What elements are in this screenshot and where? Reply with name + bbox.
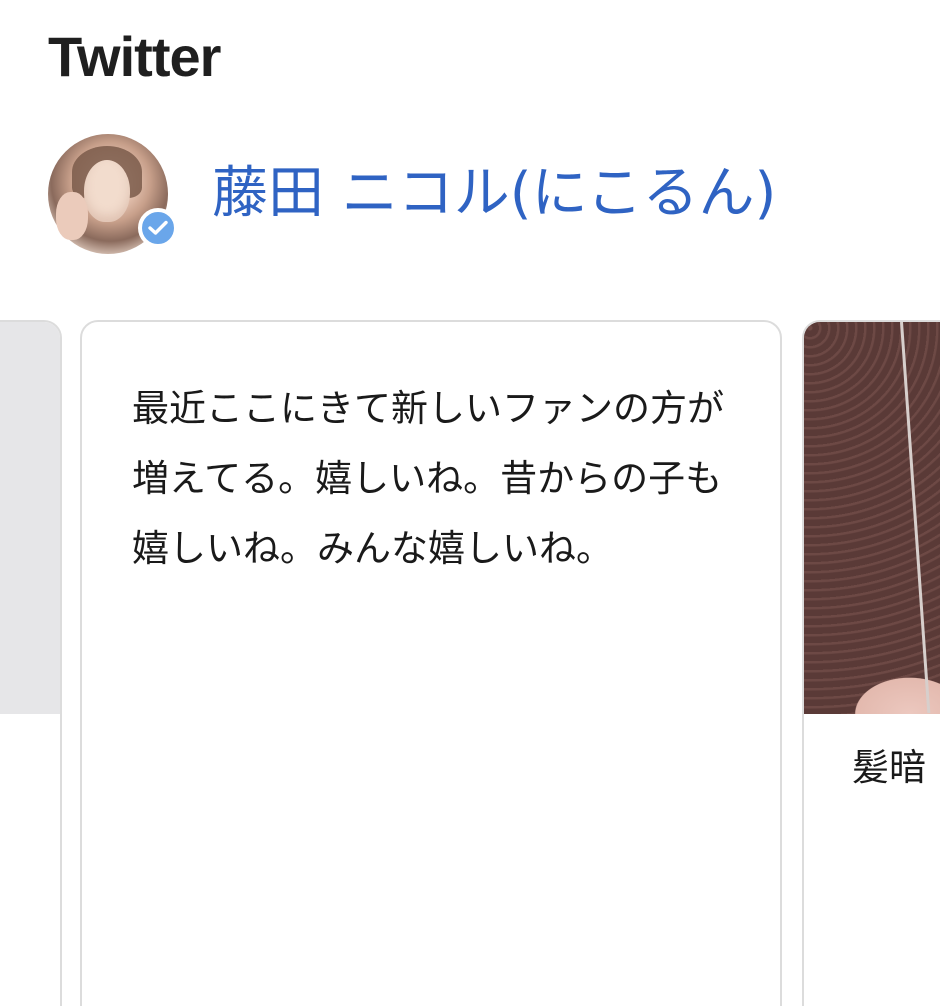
section-title: Twitter [48, 25, 221, 88]
tweet-carousel[interactable]: 最近ここにきて新しいファンの方が増えてる。嬉しいね。昔からの子も嬉しいね。みんな… [0, 320, 940, 1006]
tweet-card-next[interactable]: 髪暗 [802, 320, 940, 1006]
tweet-card[interactable]: 最近ここにきて新しいファンの方が増えてる。嬉しいね。昔からの子も嬉しいね。みんな… [80, 320, 782, 1006]
avatar[interactable] [48, 134, 178, 254]
tweet-image [0, 322, 60, 714]
tweet-text: 髪暗 [852, 746, 926, 789]
verified-check-icon [138, 208, 178, 248]
tweet-text: 最近ここにきて新しいファンの方が増えてる。嬉しいね。昔からの子も嬉しいね。みんな… [132, 387, 724, 570]
account-name-link[interactable]: 藤田 ニコル(にこるん) [212, 159, 776, 229]
tweet-card-previous[interactable] [0, 320, 62, 1006]
twitter-embed-section: Twitter 藤田 ニコル(にこるん) 最近ここにきて新しいファンの方が増えて… [0, 0, 940, 1006]
account-header[interactable]: 藤田 ニコル(にこるん) [48, 134, 776, 254]
tweet-image [804, 322, 940, 714]
